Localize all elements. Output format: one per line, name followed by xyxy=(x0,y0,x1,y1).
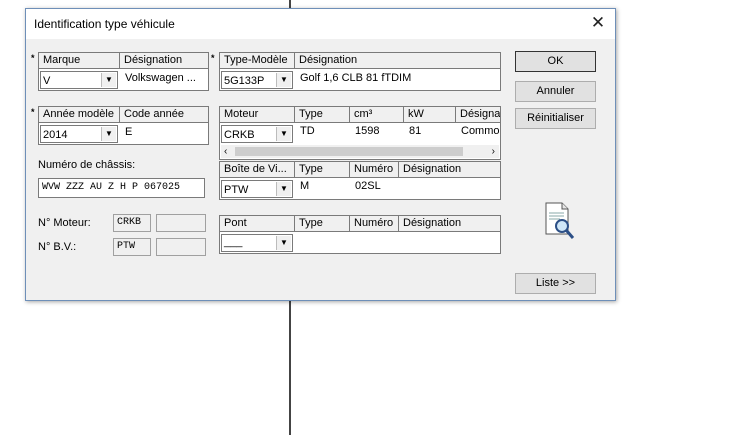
cancel-button[interactable]: Annuler xyxy=(515,81,596,102)
marque-row: V ▼ Volkswagen ... xyxy=(38,68,209,91)
col-designation: Désignation xyxy=(403,163,462,175)
moteur-header: Moteur Type cm³ kW Désigna xyxy=(219,106,501,123)
col-pont: Pont xyxy=(220,216,295,231)
n-moteur-label: N° Moteur: xyxy=(38,217,91,229)
reset-button[interactable]: Réinitialiser xyxy=(515,108,596,129)
col-designation: Désignation xyxy=(403,217,462,229)
pont-header: Pont Type Numéro Désignation xyxy=(219,215,501,232)
boite-numero: 02SL xyxy=(355,180,381,192)
col-boite: Boîte de Vi... xyxy=(220,162,295,177)
chevron-down-icon[interactable]: ▼ xyxy=(101,73,116,87)
col-type-modele: Type-Modèle xyxy=(220,53,295,68)
annee-header: Année modèle Code année xyxy=(38,106,209,123)
col-designation: Désigna xyxy=(460,108,500,120)
chevron-down-icon[interactable]: ▼ xyxy=(101,127,116,141)
type-modele-value: 5G133P xyxy=(224,75,265,87)
type-modele-select[interactable]: 5G133P ▼ xyxy=(221,71,293,89)
col-type: Type xyxy=(295,162,350,177)
col-type: Type xyxy=(295,216,350,231)
type-modele-header: Type-Modèle Désignation xyxy=(219,52,501,69)
n-bv-label: N° B.V.: xyxy=(38,241,77,253)
moteur-designation: Common xyxy=(461,125,499,137)
required-marker: * xyxy=(31,107,35,117)
col-type: Type xyxy=(295,107,350,122)
liste-button[interactable]: Liste >> xyxy=(515,273,596,294)
col-numero: Numéro xyxy=(350,216,399,231)
chevron-down-icon[interactable]: ▼ xyxy=(276,73,291,87)
pont-select[interactable]: ___ ▼ xyxy=(221,234,293,252)
annee-value: 2014 xyxy=(43,129,68,141)
col-kw: kW xyxy=(404,107,456,122)
col-moteur: Moteur xyxy=(220,107,295,122)
pont-value: ___ xyxy=(224,236,243,248)
code-annee-value: E xyxy=(125,126,133,138)
n-bv-code: PTW xyxy=(113,238,151,256)
col-cm3: cm³ xyxy=(350,107,404,122)
col-annee-modele: Année modèle xyxy=(39,107,120,122)
n-bv-extra xyxy=(156,238,206,256)
moteur-type: TD xyxy=(300,125,315,137)
chassis-label: Numéro de châssis: xyxy=(38,159,136,171)
chevron-down-icon[interactable]: ▼ xyxy=(276,182,291,196)
close-icon[interactable]: ✕ xyxy=(587,12,609,34)
boite-type: M xyxy=(300,180,310,192)
marque-value: V xyxy=(43,75,51,87)
dialog-title: Identification type véhicule xyxy=(34,17,175,31)
pont-row: ___ ▼ xyxy=(219,231,501,254)
scroll-right-icon[interactable]: › xyxy=(492,145,495,158)
type-modele-row: 5G133P ▼ Golf 1,6 CLB 81 fTDIM xyxy=(219,68,501,91)
scroll-left-icon[interactable]: ‹ xyxy=(224,145,227,158)
col-designation: Désignation xyxy=(299,54,358,66)
moteur-row: CRKB ▼ TD 1598 81 Common ‹ › xyxy=(219,122,501,160)
annee-row: 2014 ▼ E xyxy=(38,122,209,145)
marque-designation: Volkswagen ... xyxy=(125,72,196,84)
boite-select[interactable]: PTW ▼ xyxy=(221,180,293,198)
scrollbar-thumb[interactable] xyxy=(235,147,463,156)
boite-value: PTW xyxy=(224,184,249,196)
required-marker: * xyxy=(31,53,35,63)
boite-header: Boîte de Vi... Type Numéro Désignation xyxy=(219,161,501,178)
marque-select[interactable]: V ▼ xyxy=(40,71,118,89)
annee-select[interactable]: 2014 ▼ xyxy=(40,125,118,143)
col-marque: Marque xyxy=(39,53,120,68)
n-moteur-extra xyxy=(156,214,206,232)
identification-dialog: Identification type véhicule ✕ * Marque … xyxy=(25,8,616,301)
moteur-kw: 81 xyxy=(409,125,422,137)
horizontal-scrollbar[interactable]: ‹ › xyxy=(221,145,499,158)
moteur-select[interactable]: CRKB ▼ xyxy=(221,125,293,143)
col-designation: Désignation xyxy=(124,54,183,66)
boite-row: PTW ▼ M 02SL xyxy=(219,177,501,200)
col-code-annee: Code année xyxy=(124,108,184,120)
col-numero: Numéro xyxy=(350,162,399,177)
moteur-cm3: 1598 xyxy=(355,125,380,137)
marque-header: Marque Désignation xyxy=(38,52,209,69)
chassis-field[interactable]: WVW ZZZ AU Z H P 067025 xyxy=(38,178,205,198)
document-search-icon[interactable] xyxy=(542,200,578,244)
required-marker: * xyxy=(211,53,215,63)
chevron-down-icon[interactable]: ▼ xyxy=(276,127,291,141)
n-moteur-code: CRKB xyxy=(113,214,151,232)
title-bar: Identification type véhicule ✕ xyxy=(26,9,615,39)
chevron-down-icon[interactable]: ▼ xyxy=(276,236,291,250)
moteur-value: CRKB xyxy=(224,129,255,141)
ok-button[interactable]: OK xyxy=(515,51,596,72)
type-modele-designation: Golf 1,6 CLB 81 fTDIM xyxy=(300,72,412,84)
